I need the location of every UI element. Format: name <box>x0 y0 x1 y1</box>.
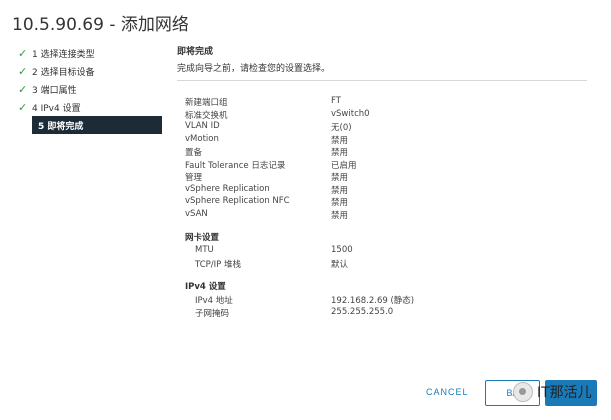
row-value: 禁用 <box>331 185 349 196</box>
summary-row: vSphere Replication 禁用 <box>185 184 585 197</box>
row-key: Fault Tolerance 日志记录 <box>185 160 286 171</box>
nic-settings-title: 网卡设置 <box>185 233 220 243</box>
wizard-steps: ✓ 1 选择连接类型 ✓ 2 选择目标设备 ✓ 3 端口属性 ✓ 4 IPv4 … <box>14 44 166 134</box>
row-value: vSwitch0 <box>331 108 370 119</box>
row-key: vSphere Replication <box>185 183 270 194</box>
check-icon: ✓ <box>18 46 28 60</box>
summary-row: Fault Tolerance 日志记录 已启用 <box>185 159 585 172</box>
row-key: 管理 <box>185 173 203 183</box>
summary-row: VLAN ID 无(0) <box>185 121 585 134</box>
step-3[interactable]: ✓ 3 端口属性 <box>14 80 166 98</box>
summary-panel: 即将完成 完成向导之前，请检查您的设置选择。 新建端口组 FT 标准交换机 vSwi… <box>177 44 597 319</box>
row-value: 默认 <box>331 259 349 270</box>
check-icon: ✓ <box>18 64 28 78</box>
check-icon: ✓ <box>18 82 28 96</box>
row-value: 无(0) <box>331 123 352 133</box>
row-key: MTU <box>195 245 214 255</box>
step-label: 1 选择连接类型 <box>32 49 95 60</box>
summary-row: 新建端口组 FT <box>185 96 585 109</box>
step-5-active[interactable]: 5 即将完成 <box>32 116 162 134</box>
step-4[interactable]: ✓ 4 IPv4 设置 <box>14 98 166 116</box>
row-value: 禁用 <box>331 148 349 158</box>
row-key: vMotion <box>185 133 219 144</box>
wechat-icon <box>513 382 533 402</box>
section-title: 即将完成 <box>177 47 214 57</box>
summary-row: 置备 禁用 <box>185 146 585 159</box>
row-value: 已启用 <box>331 160 357 171</box>
summary-row: vMotion 禁用 <box>185 134 585 147</box>
step-label: 2 选择目标设备 <box>32 67 95 78</box>
watermark: IT那活儿 <box>513 382 592 402</box>
nic-row: TCP/IP 堆栈 默认 <box>185 258 585 271</box>
row-value: 禁用 <box>331 198 349 208</box>
summary-row: vSphere Replication NFC 禁用 <box>185 196 585 209</box>
row-key: IPv4 地址 <box>195 296 233 306</box>
ipv4-row: IPv4 地址 192.168.2.69 (静态) <box>185 294 585 307</box>
watermark-text: IT那活儿 <box>537 385 592 401</box>
ipv4-settings-title: IPv4 设置 <box>185 282 226 292</box>
step-label: 5 即将完成 <box>38 121 84 132</box>
row-key: vSAN <box>185 208 208 219</box>
row-key: 置备 <box>185 148 203 158</box>
summary-list: 新建端口组 FT 标准交换机 vSwitch0 VLAN ID 无(0) vMotio… <box>185 96 585 319</box>
row-value: FT <box>331 96 341 106</box>
cancel-button[interactable]: CANCEL <box>420 386 475 398</box>
dialog-title: 10.5.90.69 - 添加网络 <box>12 15 189 35</box>
step-label: 3 端口属性 <box>32 85 77 96</box>
nic-row: MTU 1500 <box>185 245 585 258</box>
step-1[interactable]: ✓ 1 选择连接类型 <box>14 44 166 62</box>
summary-row: vSAN 禁用 <box>185 209 585 222</box>
row-value: 禁用 <box>331 210 349 221</box>
row-key: 标准交换机 <box>185 110 228 121</box>
row-key: TCP/IP 堆栈 <box>195 259 241 270</box>
ipv4-row: 子网掩码 255.255.255.0 <box>185 307 585 320</box>
step-label: 4 IPv4 设置 <box>32 103 81 114</box>
step-2[interactable]: ✓ 2 选择目标设备 <box>14 62 166 80</box>
summary-row: 标准交换机 vSwitch0 <box>185 109 585 122</box>
row-value: 禁用 <box>331 173 349 183</box>
row-value: 1500 <box>331 245 353 255</box>
row-key: vSphere Replication NFC <box>185 196 290 206</box>
section-description: 完成向导之前，请检查您的设置选择。 <box>177 61 587 81</box>
row-value: 192.168.2.69 (静态) <box>331 296 415 306</box>
row-value: 禁用 <box>331 135 349 146</box>
row-key: VLAN ID <box>185 121 220 131</box>
row-value: 255.255.255.0 <box>331 306 394 317</box>
summary-row: 管理 禁用 <box>185 171 585 184</box>
row-key: 新建端口组 <box>185 98 228 108</box>
row-key: 子网掩码 <box>195 308 230 319</box>
check-icon: ✓ <box>18 100 28 114</box>
